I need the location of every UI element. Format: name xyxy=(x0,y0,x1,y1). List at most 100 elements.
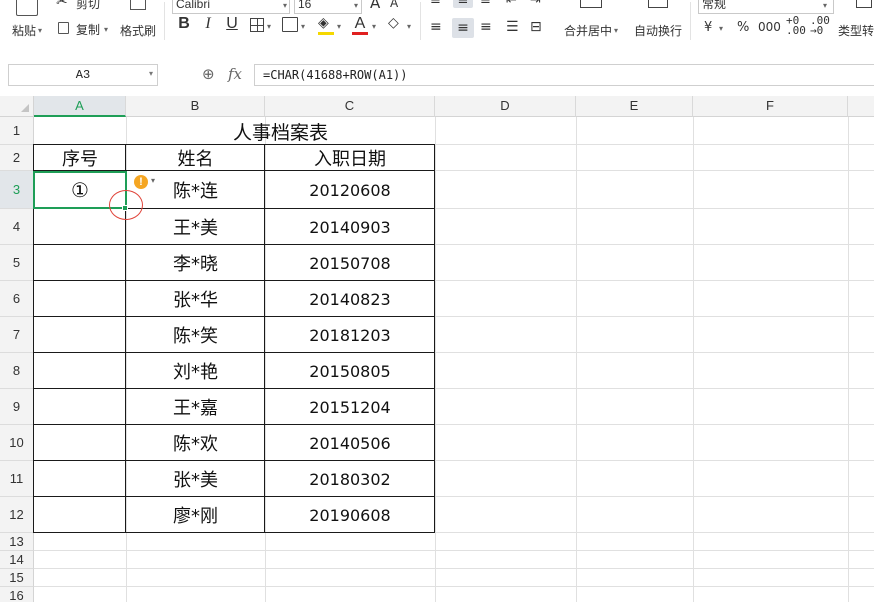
currency-dropdown-icon[interactable]: ▾ xyxy=(719,24,723,33)
cell-seq[interactable] xyxy=(34,497,126,533)
brush-icon[interactable] xyxy=(130,0,146,10)
row-header-1[interactable]: 1 xyxy=(0,117,34,145)
cell-name[interactable]: 廖*刚 xyxy=(126,497,265,533)
format-painter-button[interactable]: 格式刷 xyxy=(120,22,156,39)
align-center-icon[interactable]: ≡ xyxy=(452,18,474,38)
number-format-select[interactable]: 常规 xyxy=(698,0,834,14)
cell-date[interactable]: 20120608 xyxy=(265,171,435,209)
cell-style-icon[interactable] xyxy=(282,17,298,32)
cell-name[interactable]: 王*美 xyxy=(126,209,265,245)
cell-seq[interactable] xyxy=(34,389,126,425)
formula-input[interactable]: =CHAR(41688+ROW(A1)) xyxy=(254,64,874,86)
table-title[interactable]: 人事档案表 xyxy=(126,118,435,145)
align-middle-icon[interactable]: ≡ xyxy=(453,0,473,8)
cell-style-dropdown-icon[interactable]: ▾ xyxy=(301,22,305,31)
font-name-select[interactable]: Calibri xyxy=(172,0,290,14)
row-header-11[interactable]: 11 xyxy=(0,461,34,497)
column-header-next[interactable] xyxy=(848,96,874,117)
underline-button[interactable]: U xyxy=(222,14,242,34)
column-header-a[interactable]: A xyxy=(34,96,126,117)
zoom-icon[interactable]: ⊕ xyxy=(202,65,215,83)
paste-dropdown-icon[interactable]: ▾ xyxy=(38,26,42,35)
justify-icon[interactable]: ☰ xyxy=(506,20,519,34)
row-header-10[interactable]: 10 xyxy=(0,425,34,461)
currency-button[interactable]: ¥ xyxy=(704,20,712,35)
row-header-16[interactable]: 16 xyxy=(0,587,34,602)
wrap-text-button[interactable]: 自动换行 xyxy=(634,22,682,39)
align-right-icon[interactable]: ≡ xyxy=(480,20,492,34)
column-header-b[interactable]: B xyxy=(126,96,265,117)
row-header-8[interactable]: 8 xyxy=(0,353,34,389)
cell-date[interactable]: 20151204 xyxy=(265,389,435,425)
cell-name[interactable]: 李*晓 xyxy=(126,245,265,281)
row-header-9[interactable]: 9 xyxy=(0,389,34,425)
cell-name[interactable]: 刘*艳 xyxy=(126,353,265,389)
row-header-14[interactable]: 14 xyxy=(0,551,34,569)
row-header-5[interactable]: 5 xyxy=(0,245,34,281)
cell-seq[interactable] xyxy=(34,245,126,281)
row-header-7[interactable]: 7 xyxy=(0,317,34,353)
wrap-text-icon[interactable] xyxy=(648,0,668,8)
type-convert-icon[interactable] xyxy=(856,0,872,8)
font-color-button[interactable]: A xyxy=(350,14,370,34)
border-icon[interactable] xyxy=(250,18,264,32)
name-box[interactable]: A3 ▾ xyxy=(8,64,158,86)
copy-icon[interactable] xyxy=(58,22,69,34)
cell-name[interactable]: 陈*笑 xyxy=(126,317,265,353)
cell-name[interactable]: 王*嘉 xyxy=(126,389,265,425)
percent-button[interactable]: % xyxy=(737,20,749,35)
column-header-d[interactable]: D xyxy=(435,96,576,117)
name-box-dropdown-icon[interactable]: ▾ xyxy=(149,65,153,85)
paste-icon[interactable] xyxy=(16,0,38,16)
merge-center-icon[interactable] xyxy=(580,0,602,8)
fill-color-icon[interactable]: ◈ xyxy=(318,16,329,30)
font-grow-button[interactable]: A xyxy=(370,0,380,12)
cell-date[interactable]: 20181203 xyxy=(265,317,435,353)
scissors-icon[interactable]: ✂ xyxy=(56,0,68,9)
cell-seq[interactable] xyxy=(34,461,126,497)
decrease-decimal-icon[interactable]: .00 →0 xyxy=(810,15,830,36)
paste-button[interactable]: 粘贴 xyxy=(12,22,36,39)
cell-date[interactable]: 20150708 xyxy=(265,245,435,281)
font-shrink-button[interactable]: A xyxy=(390,0,398,10)
row-header-4[interactable]: 4 xyxy=(0,209,34,245)
cell-date[interactable]: 20140903 xyxy=(265,209,435,245)
column-header-c[interactable]: C xyxy=(265,96,435,117)
column-header-f[interactable]: F xyxy=(693,96,848,117)
eraser-dropdown-icon[interactable]: ▾ xyxy=(407,22,411,31)
font-size-select[interactable]: 16 xyxy=(294,0,362,14)
error-warning-icon[interactable]: ! xyxy=(134,175,148,189)
header-name[interactable]: 姓名 xyxy=(126,145,265,171)
bold-button[interactable]: B xyxy=(174,14,194,34)
row-header-3[interactable]: 3 xyxy=(0,171,34,209)
copy-button[interactable]: 复制 xyxy=(76,21,100,38)
row-header-12[interactable]: 12 xyxy=(0,497,34,533)
row-header-13[interactable]: 13 xyxy=(0,533,34,551)
indent-decrease-icon[interactable]: ⇤ xyxy=(506,0,517,8)
row-header-15[interactable]: 15 xyxy=(0,569,34,587)
cell-date[interactable]: 20140823 xyxy=(265,281,435,317)
header-date[interactable]: 入职日期 xyxy=(265,145,435,171)
comma-style-icon[interactable]: 000 xyxy=(758,20,781,34)
font-size-dropdown-icon[interactable]: ▾ xyxy=(354,1,358,10)
cell-name[interactable]: 张*华 xyxy=(126,281,265,317)
header-seq[interactable]: 序号 xyxy=(34,145,126,171)
cell-name[interactable]: 陈*欢 xyxy=(126,425,265,461)
cut-button[interactable]: 剪切 xyxy=(76,0,100,12)
italic-button[interactable]: I xyxy=(198,14,218,34)
fx-button[interactable]: fx xyxy=(228,65,242,83)
cell-date[interactable]: 20190608 xyxy=(265,497,435,533)
merge-center-button[interactable]: 合并居中 xyxy=(564,22,612,39)
copy-dropdown-icon[interactable]: ▾ xyxy=(104,25,108,34)
align-bottom-icon[interactable]: ≡ xyxy=(480,0,491,8)
select-all-button[interactable] xyxy=(0,96,34,117)
row-header-6[interactable]: 6 xyxy=(0,281,34,317)
error-warning-dropdown-icon[interactable]: ▾ xyxy=(151,176,155,185)
number-format-dropdown-icon[interactable]: ▾ xyxy=(823,1,827,10)
merge-center-dropdown-icon[interactable]: ▾ xyxy=(614,26,618,35)
align-top-icon[interactable]: ≡ xyxy=(430,0,441,8)
row-header-2[interactable]: 2 xyxy=(0,145,34,171)
cell-date[interactable]: 20150805 xyxy=(265,353,435,389)
align-left-icon[interactable]: ≡ xyxy=(430,20,442,34)
cell-seq[interactable] xyxy=(34,317,126,353)
